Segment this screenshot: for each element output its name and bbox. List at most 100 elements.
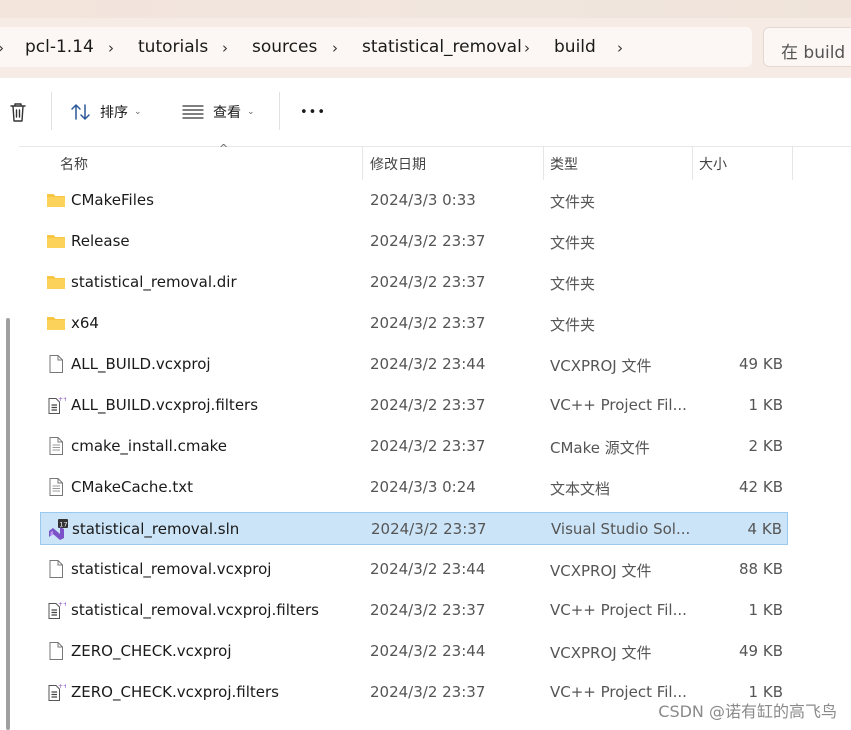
sort-icon [70,102,92,122]
address-bar: › pcl-1.14 › tutorials › sources › stati… [0,18,851,78]
search-input[interactable]: 在 build [763,27,851,67]
vc-filters-icon: ++ [46,395,68,415]
file-name: CMakeCache.txt [71,478,194,496]
chevron-down-icon: ⌄ [247,107,255,117]
text-file-icon [46,436,66,456]
chevron-right-icon[interactable]: › [617,39,623,57]
file-size: 4 KB [747,520,782,538]
chevron-right-icon[interactable]: › [332,39,338,57]
file-date: 2024/3/2 23:37 [370,601,486,619]
delete-button[interactable] [8,98,28,126]
svg-text:++: ++ [58,396,66,403]
chevron-right-icon[interactable]: › [222,39,228,57]
folder-icon [46,272,66,292]
file-name: statistical_removal.vcxproj [71,560,272,578]
file-size: 49 KB [739,355,783,373]
file-row[interactable]: ALL_BUILD.vcxproj 2024/3/2 23:44 VCXPROJ 文… [40,348,788,381]
file-date: 2024/3/2 23:44 [370,642,486,660]
file-name: statistical_removal.vcxproj.filters [71,601,319,619]
navigation-scrollbar[interactable] [6,318,10,730]
svg-text:++: ++ [58,683,66,690]
file-row[interactable]: cmake_install.cmake 2024/3/2 23:37 CMake 源… [40,430,788,463]
breadcrumb-item-pcl[interactable]: pcl-1.14 [25,37,94,57]
file-icon [46,641,66,661]
file-type: Visual Studio Sol... [551,520,691,538]
file-date: 2024/3/2 23:37 [370,683,486,701]
file-name: Release [71,232,130,250]
file-name: statistical_removal.dir [71,273,237,291]
file-name: CMakeFiles [71,191,154,209]
file-type: 文本文档 [550,480,611,498]
file-row[interactable]: CMakeCache.txt 2024/3/3 0:24 文本文档 42 KB [40,471,788,504]
file-row-selected[interactable]: 17 statistical_removal.sln 2024/3/2 23:37 V… [40,512,788,545]
file-size: 88 KB [739,560,783,578]
file-row[interactable]: statistical_removal.vcxproj 2024/3/2 23:4… [40,553,788,586]
breadcrumb-item-statistical-removal[interactable]: statistical_removal [362,37,522,57]
column-size[interactable]: 大小 [699,154,727,174]
view-label: 查看 [213,105,241,121]
column-divider[interactable] [792,146,793,180]
file-row[interactable]: statistical_removal.dir 2024/3/2 23:37 文件夹 [40,266,788,299]
file-row[interactable]: ++ ALL_BUILD.vcxproj.filters 2024/3/2 23:3… [40,389,788,422]
chevron-right-icon[interactable]: › [108,39,114,57]
chevron-right-icon[interactable]: › [0,39,4,57]
file-row[interactable]: ZERO_CHECK.vcxproj 2024/3/2 23:44 VCXPROJ … [40,635,788,668]
file-size: 1 KB [748,601,783,619]
folder-icon [46,313,66,333]
column-name[interactable]: 名称 [60,154,88,174]
file-type: VCXPROJ 文件 [550,644,652,662]
column-header: ^ 名称 修改日期 类型 大小 [19,142,851,180]
file-name: ZERO_CHECK.vcxproj [71,642,232,660]
file-type: VC++ Project Fil... [550,396,687,414]
svg-text:++: ++ [58,601,66,608]
sort-label: 排序 [100,105,128,121]
trash-icon [8,101,28,123]
folder-icon [46,190,66,210]
file-type: VCXPROJ 文件 [550,562,652,580]
file-type: VC++ Project Fil... [550,601,687,619]
file-date: 2024/3/2 23:37 [371,520,487,538]
breadcrumb[interactable]: › pcl-1.14 › tutorials › sources › stati… [0,27,752,67]
folder-icon [46,231,66,251]
breadcrumb-item-tutorials[interactable]: tutorials [138,37,208,57]
column-divider[interactable] [362,146,363,180]
file-date: 2024/3/3 0:33 [370,191,476,209]
column-date[interactable]: 修改日期 [370,154,426,174]
file-size: 42 KB [739,478,783,496]
file-size: 1 KB [748,396,783,414]
file-icon [46,559,66,579]
view-button[interactable]: 查看 ⌄ [182,98,255,126]
search-placeholder: 在 build [781,43,846,63]
chevron-down-icon: ⌄ [134,107,142,117]
more-icon: ••• [300,104,327,120]
column-divider[interactable] [692,146,693,180]
file-date: 2024/3/2 23:37 [370,396,486,414]
file-date: 2024/3/2 23:44 [370,560,486,578]
sort-button[interactable]: 排序 ⌄ [70,98,142,126]
breadcrumb-item-build[interactable]: build [554,37,596,57]
file-date: 2024/3/2 23:37 [370,232,486,250]
visual-studio-icon: 17 [47,519,68,540]
file-type: 文件夹 [550,316,596,334]
file-row[interactable]: CMakeFiles 2024/3/3 0:33 文件夹 [40,184,788,217]
column-type[interactable]: 类型 [550,154,578,174]
chevron-right-icon[interactable]: › [524,39,530,57]
file-size: 49 KB [739,642,783,660]
file-name: ALL_BUILD.vcxproj.filters [71,396,259,414]
file-type: 文件夹 [550,234,596,252]
file-row[interactable]: x64 2024/3/2 23:37 文件夹 [40,307,788,340]
file-date: 2024/3/2 23:37 [370,273,486,291]
toolbar-divider [51,92,52,130]
file-name: ZERO_CHECK.vcxproj.filters [71,683,279,701]
sort-ascending-icon: ^ [219,142,229,155]
file-row[interactable]: ++ statistical_removal.vcxproj.filters 202… [40,594,788,627]
file-date: 2024/3/3 0:24 [370,478,476,496]
toolbar: 排序 ⌄ 查看 ⌄ ••• [0,78,851,147]
more-options-button[interactable]: ••• [300,98,326,126]
file-date: 2024/3/2 23:37 [370,314,486,332]
file-size: 2 KB [748,437,783,455]
text-file-icon [46,477,66,497]
file-row[interactable]: Release 2024/3/2 23:37 文件夹 [40,225,788,258]
column-divider[interactable] [543,146,544,180]
breadcrumb-item-sources[interactable]: sources [252,37,317,57]
